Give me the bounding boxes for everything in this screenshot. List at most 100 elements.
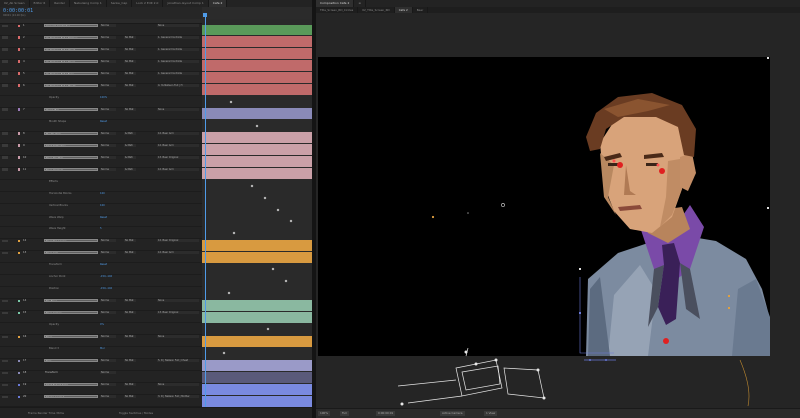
parent-link-menu[interactable]: 12. Beer Arm [157, 167, 199, 171]
layer-duration-bar[interactable] [202, 60, 312, 72]
track-matte-menu[interactable]: No Mat [124, 299, 136, 303]
property-value[interactable]: 5 [100, 227, 102, 230]
time-ruler[interactable] [202, 7, 312, 19]
track-matte-menu[interactable]: & Mati [124, 131, 136, 135]
track-matte-menu[interactable]: No Mat [124, 35, 136, 39]
visibility-eye-icon[interactable] [2, 60, 8, 63]
parent-link-menu[interactable]: None [157, 383, 199, 387]
track-matte-menu[interactable]: No Mat [124, 107, 136, 111]
track-matte-menu[interactable]: No Mat [124, 47, 136, 51]
visibility-eye-icon[interactable] [2, 132, 8, 135]
property-row[interactable]: Wave Warp Reset [0, 216, 202, 228]
property-row[interactable]: Wave Height 5 [0, 227, 202, 240]
layer-duration-bar[interactable] [202, 168, 312, 180]
layer-name[interactable]: Beer [44, 335, 98, 339]
layer-name[interactable]: Shirt Full at Arms [44, 383, 98, 387]
label-color-swatch[interactable] [18, 371, 20, 375]
keyframe-marker[interactable] [284, 279, 288, 283]
layer-row[interactable]: 6 Ya_Nalleon Full | Mouth Norma No Mat 4. Ya… [0, 83, 202, 96]
label-color-swatch[interactable] [18, 168, 20, 171]
keyframe-marker[interactable] [255, 124, 259, 128]
layer-row[interactable]: 9 Shirt Reflection Norma & Mati 12. Beer Arm [0, 143, 202, 156]
label-color-swatch[interactable] [18, 383, 20, 387]
layer-row[interactable]: 8 Mouth_Plnk Norma & Mati 12. Beer Arm [0, 131, 202, 144]
layer-duration-bar[interactable] [202, 144, 312, 156]
property-row[interactable]: Blend 3 Mul [0, 347, 202, 360]
layer-duration-bar[interactable] [202, 359, 312, 371]
label-color-swatch[interactable] [18, 239, 20, 243]
property-value[interactable]: 100 [100, 192, 105, 195]
layer-name[interactable]: Mouth_Plnk [44, 131, 98, 135]
parent-link-menu[interactable]: None [157, 299, 199, 303]
layer-name[interactable]: Bg_Beer [44, 299, 98, 303]
keyframe-marker[interactable] [222, 351, 226, 355]
layer-duration-bar[interactable] [202, 311, 312, 323]
label-color-swatch[interactable] [18, 48, 20, 51]
parent-link-menu[interactable]: 1. General Controlle [157, 47, 199, 51]
layer-row[interactable]: 19 Shirt Full at Arms Norma No Mat None [0, 383, 202, 396]
visibility-eye-icon[interactable] [2, 72, 8, 75]
layer-duration-bar[interactable] [202, 36, 312, 48]
property-row[interactable]: Anchor Point -150,-102 [0, 275, 202, 288]
blend-mode-menu[interactable]: Norma [100, 47, 116, 51]
layer-duration-bar[interactable] [202, 108, 312, 120]
timeline-tab[interactable]: Jonathan-layout Comp 1 [163, 0, 209, 7]
visibility-eye-icon[interactable] [2, 156, 8, 159]
views-layout-menu[interactable]: 1 View [484, 411, 498, 416]
layer-name[interactable]: Beer Arm [44, 251, 98, 255]
layer-row[interactable]: 18 Transform Norma [0, 371, 202, 384]
label-color-swatch[interactable] [18, 144, 20, 147]
blend-mode-menu[interactable]: Norma [100, 83, 116, 87]
property-value[interactable]: Reset [100, 216, 107, 219]
layer-row[interactable]: 4 Ya_Nalleon Full | Head Norma No Mat 1. Gen… [0, 59, 202, 72]
layer-duration-bar[interactable] [202, 383, 312, 395]
parent-link-menu[interactable]: 12. Beer Original [157, 239, 199, 243]
layer-row[interactable]: 17 Bsle Norma No Mat 5. R | Nalleon Full | C… [0, 359, 202, 372]
parent-link-menu[interactable]: 12. Beer Arm [157, 143, 199, 147]
track-matte-menu[interactable]: No Mat [124, 395, 136, 399]
blend-mode-menu[interactable]: Norma [100, 35, 116, 39]
parent-link-menu[interactable]: 12. Beer Arm [157, 251, 199, 255]
parent-link-menu[interactable]: 13. Beer Original [157, 311, 199, 315]
layer-row[interactable]: 5 Ya_Nalleon Full | Eyes Norma No Mat 1. Gen… [0, 71, 202, 84]
keyframe-marker[interactable] [250, 184, 254, 187]
layer-name[interactable]: Ya_Nalleon Full | Nalleon [44, 35, 98, 39]
visibility-eye-icon[interactable] [2, 311, 8, 315]
composition-tab[interactable]: ≡ [354, 0, 366, 7]
layer-row[interactable]: 2 Ya_Nalleon Full | Nalleon Norma No Mat 1. … [0, 35, 202, 48]
layer-name[interactable]: Ya_Nalleon Full | Chest [44, 47, 98, 51]
label-color-swatch[interactable] [18, 108, 20, 111]
layer-name[interactable]: Ya_Nalleon Full | Eyes [44, 71, 98, 75]
property-row[interactable]: Opacity 100% [0, 96, 202, 108]
keyframe-marker[interactable] [229, 100, 233, 104]
layer-name[interactable]: Beer Top Layers [44, 239, 98, 243]
layer-duration-bar[interactable] [202, 251, 312, 263]
layer-row[interactable]: 12 Beer Top Layers Norma No Mat 12. Beer Ori… [0, 239, 202, 252]
layer-row[interactable]: 13 Beer Arm Norma No Mat 12. Beer Arm [0, 251, 202, 264]
property-row[interactable]: Transform Reset [0, 263, 202, 276]
keyframe-marker[interactable] [266, 327, 270, 331]
layer-row[interactable]: 15 Beer 2 Glow Norma No Mat 13. Beer Origina… [0, 311, 202, 324]
visibility-eye-icon[interactable] [2, 144, 8, 147]
visibility-eye-icon[interactable] [2, 36, 8, 39]
label-color-swatch[interactable] [18, 395, 20, 399]
property-value[interactable]: Reset [100, 263, 107, 266]
label-color-swatch[interactable] [18, 299, 20, 303]
blend-mode-menu[interactable]: Norma [100, 155, 116, 159]
property-row[interactable]: Horizontal Blocks 100 [0, 192, 202, 204]
label-color-swatch[interactable] [18, 156, 20, 159]
label-color-swatch[interactable] [18, 251, 20, 255]
label-color-swatch[interactable] [18, 36, 20, 39]
visibility-eye-icon[interactable] [2, 108, 8, 111]
timeline-tab[interactable]: Editor 6 [30, 0, 51, 7]
property-value[interactable]: -150,-102 [100, 275, 112, 278]
property-value[interactable]: Mul [100, 347, 104, 350]
layer-duration-bar[interactable] [202, 72, 312, 84]
label-color-swatch[interactable] [18, 311, 20, 315]
zoom-menu[interactable]: 100% [318, 411, 330, 416]
visibility-eye-icon[interactable] [2, 48, 8, 51]
layer-duration-bar[interactable] [202, 335, 312, 347]
property-row[interactable]: Mouth Shape Reset [0, 120, 202, 132]
parent-link-menu[interactable]: 4. Ya Nalleon Full | H [157, 83, 199, 87]
layer-bounding-handles[interactable] [316, 348, 800, 408]
